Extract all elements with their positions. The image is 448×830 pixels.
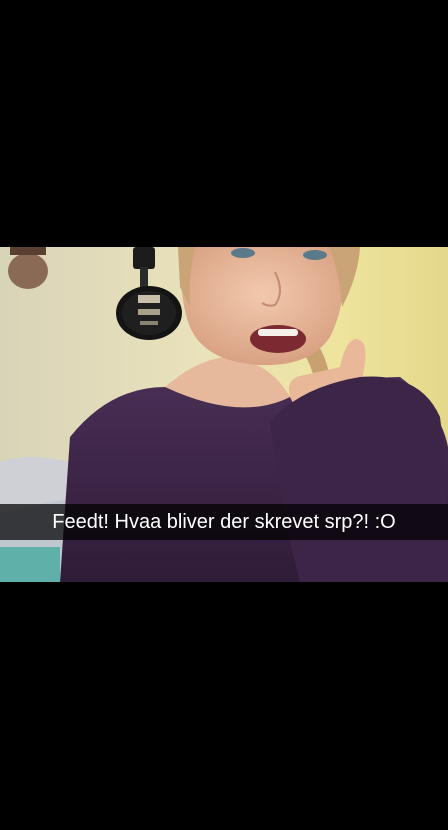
snap-photo: Feedt! Hvaa bliver der skrevet srp?! :O [0,247,448,582]
snap-viewer[interactable]: Feedt! Hvaa bliver der skrevet srp?! :O [0,0,448,830]
snap-caption: Feedt! Hvaa bliver der skrevet srp?! :O [52,511,396,533]
sleeve [270,376,448,582]
wall-hook [10,247,46,255]
caption-bar: Feedt! Hvaa bliver der skrevet srp?! :O [0,504,448,540]
wall-plate [8,253,48,289]
eye-right [303,250,327,260]
eye-left [231,248,255,258]
bed-teal [0,547,60,582]
